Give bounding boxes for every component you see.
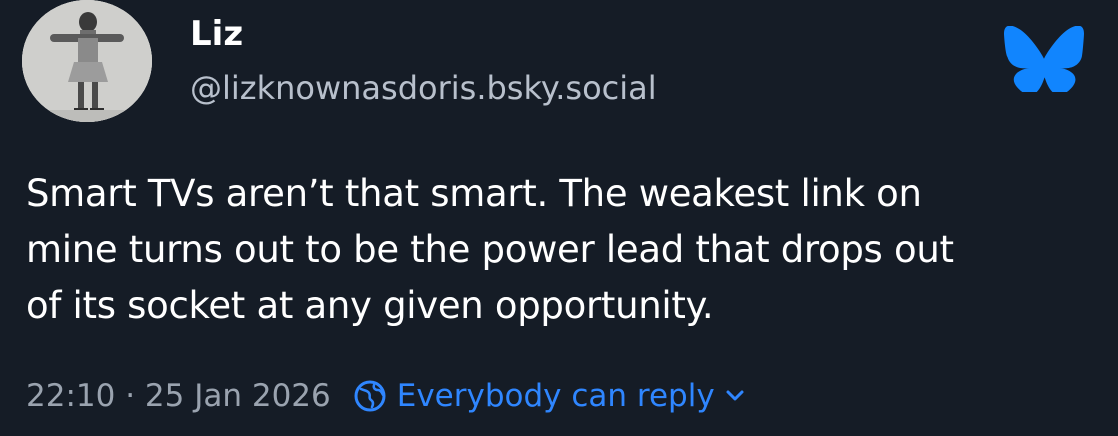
chevron-down-icon [726,390,744,401]
avatar[interactable] [22,0,152,122]
post-meta: 22:10 · 25 Jan 2026 Everybody can reply [26,372,755,420]
author-display-name[interactable]: Liz [190,14,243,54]
post-text-line: of its socket at any given opportunity. [26,284,714,327]
reply-setting-button[interactable]: Everybody can reply [353,378,755,414]
post-text: Smart TVs aren’t that smart. The weakest… [26,166,1106,334]
post-card: Liz @lizknownasdoris.bsky.social Smart T… [0,0,1118,436]
butterfly-icon [1004,26,1084,92]
reply-setting-label: Everybody can reply [396,378,715,414]
post-timestamp: 22:10 · 25 Jan 2026 [26,378,331,414]
post-text-line: mine turns out to be the power lead that… [26,228,954,271]
post-text-line: Smart TVs aren’t that smart. The weakest… [26,172,922,215]
author-handle[interactable]: @lizknownasdoris.bsky.social [190,68,657,108]
avatar-image [22,0,152,122]
earth-icon [354,380,386,412]
